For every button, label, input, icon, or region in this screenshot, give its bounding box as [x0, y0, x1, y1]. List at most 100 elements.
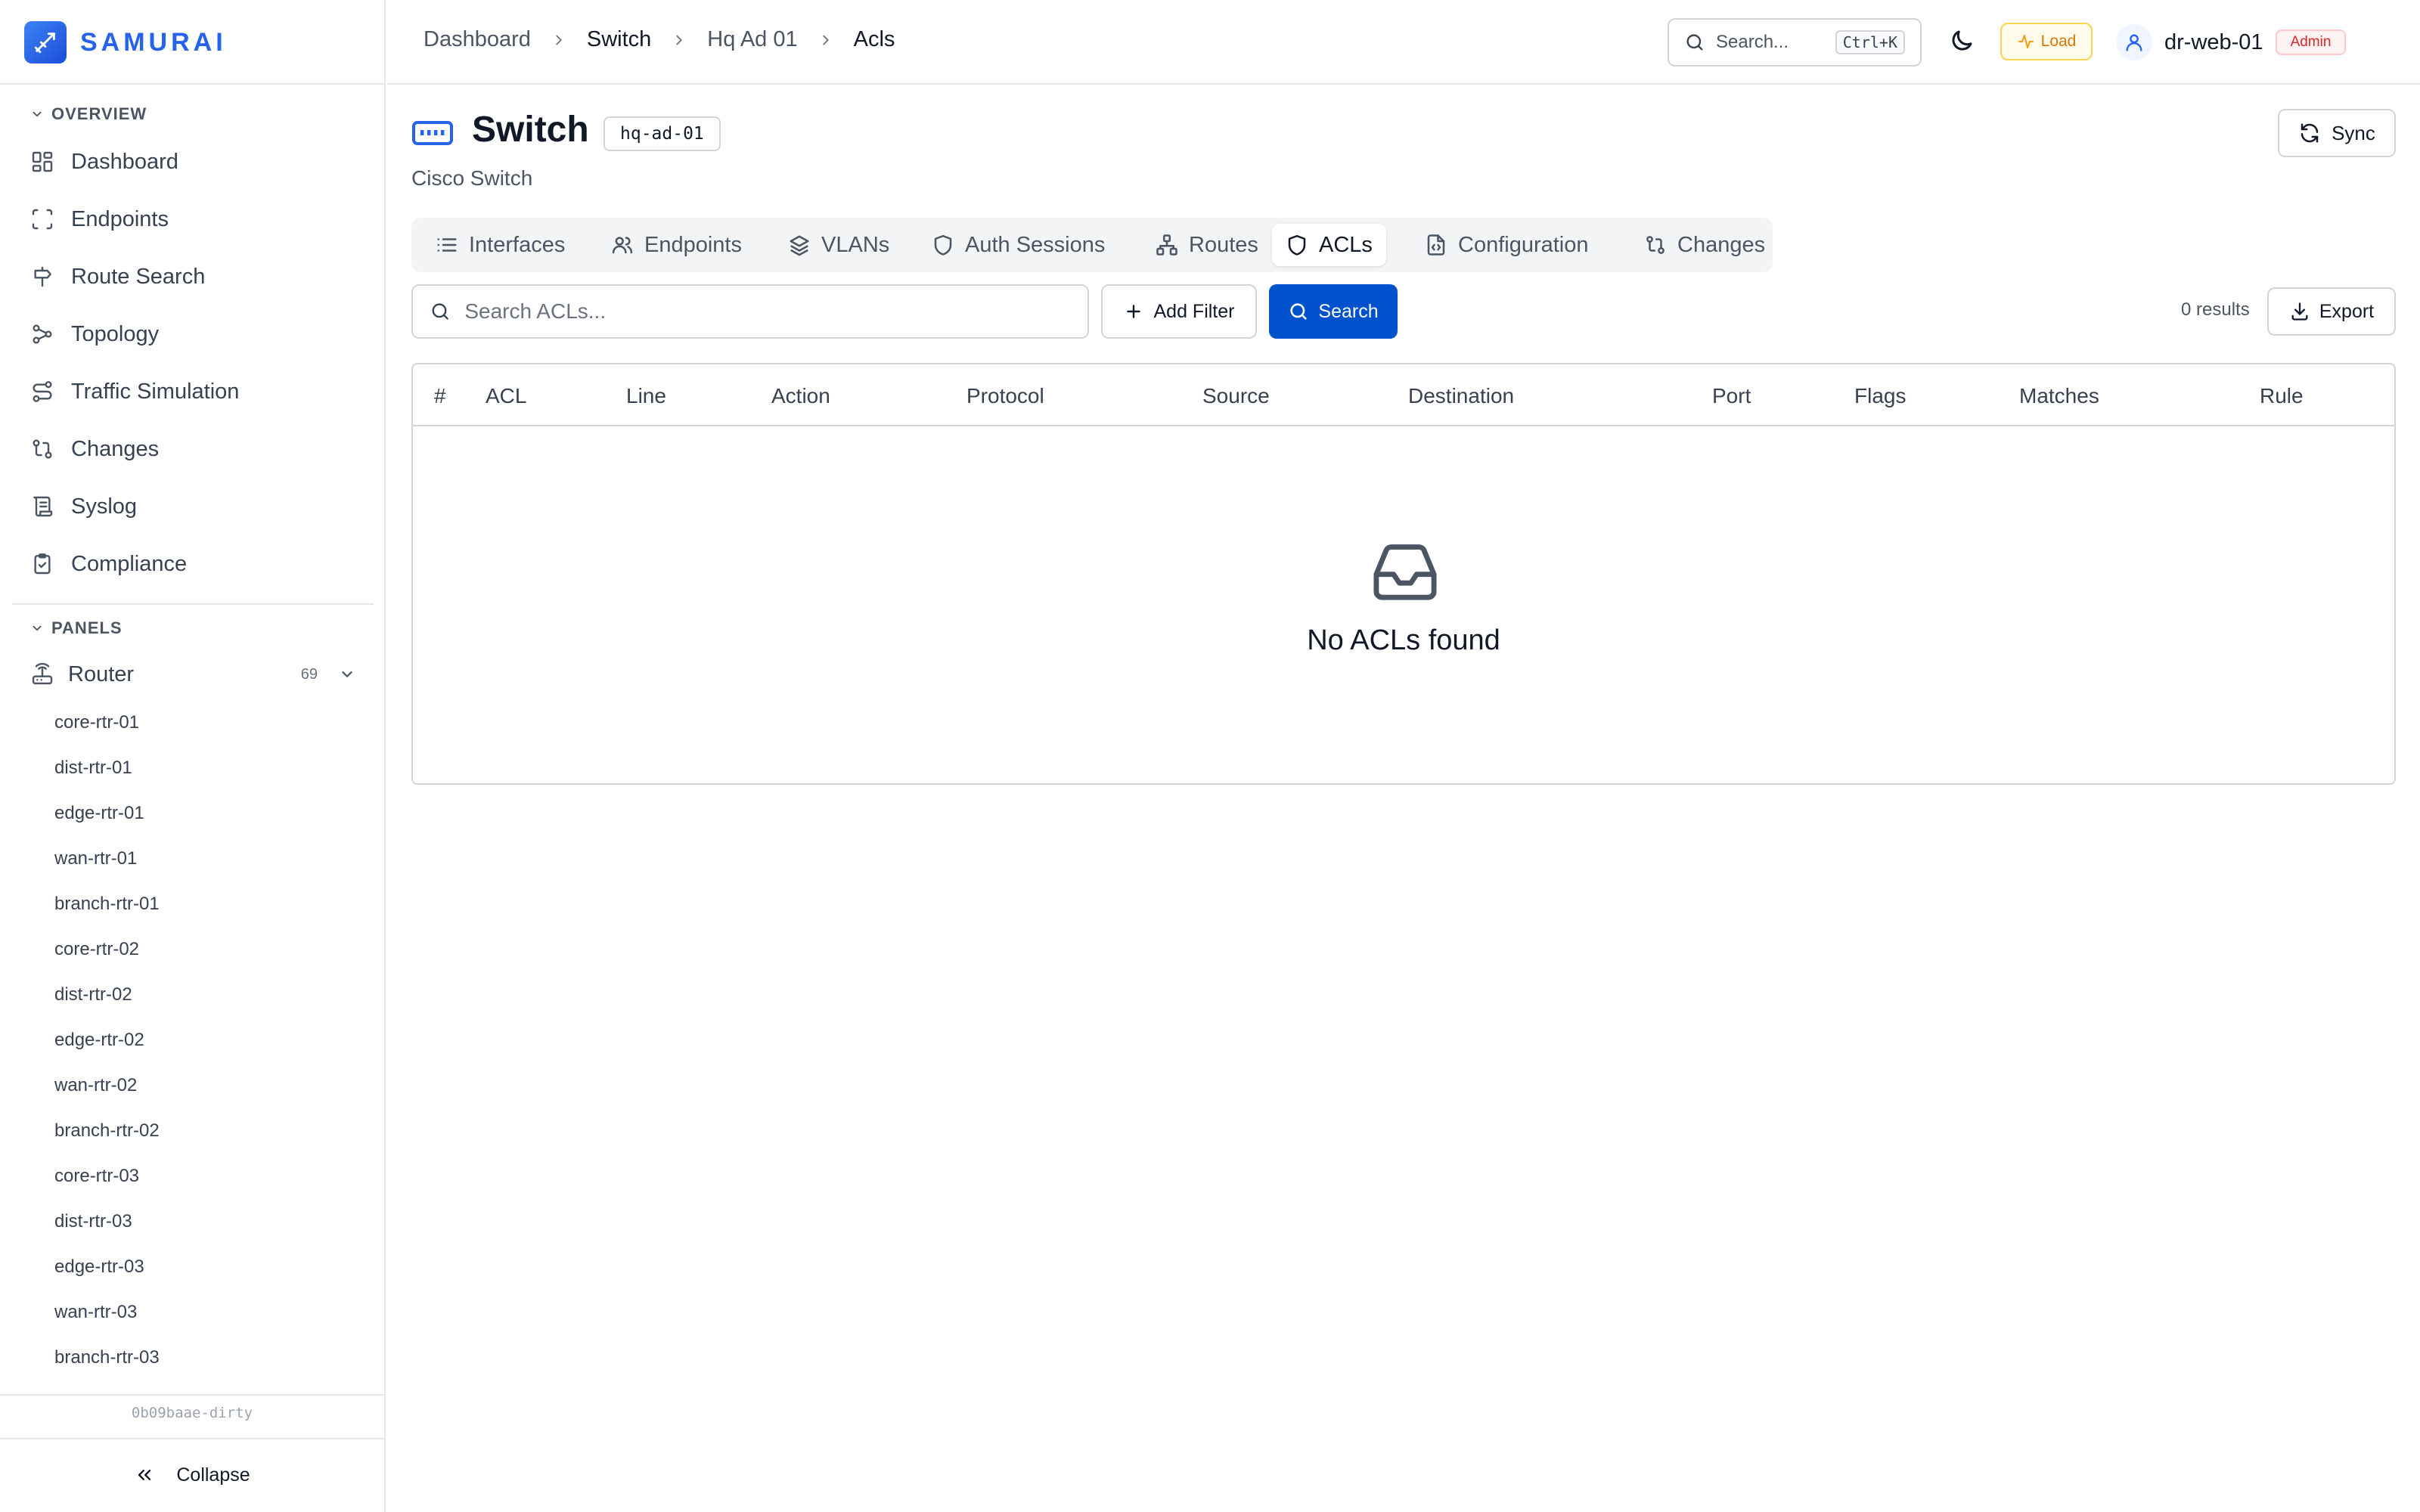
collapse-label: Collapse	[176, 1464, 250, 1486]
acl-search-field[interactable]	[411, 284, 1089, 339]
sidebar-router-item[interactable]: edge-rtr-03	[54, 1256, 144, 1278]
router-group-label: Router	[68, 662, 135, 686]
column-header-protocol[interactable]: Protocol	[966, 384, 1044, 408]
sidebar-router-item[interactable]: wan-rtr-03	[54, 1302, 137, 1323]
global-search-placeholder: Search...	[1716, 32, 1789, 52]
list-icon	[437, 238, 457, 252]
user-menu[interactable]: dr-web-01 Admin	[2116, 21, 2347, 64]
sidebar-item-endpoints[interactable]: Endpoints	[30, 201, 169, 237]
sidebar-router-item[interactable]: edge-rtr-02	[54, 1030, 144, 1051]
sidebar-router-item[interactable]: dist-rtr-02	[54, 984, 132, 1005]
build-id: 0b09baae-dirty	[131, 1405, 253, 1421]
sidebar-item-topology[interactable]: Topology	[30, 316, 159, 352]
overview-section-toggle[interactable]: OVERVIEW	[30, 104, 147, 124]
tab-changes[interactable]: Changes	[1630, 224, 1779, 266]
acl-search-input[interactable]	[464, 299, 1071, 324]
brand[interactable]: SAMURAI	[24, 21, 227, 64]
scan-icon	[32, 209, 53, 230]
sidebar-item-label: Compliance	[71, 551, 188, 576]
tab-label: Configuration	[1458, 232, 1589, 257]
clipboard-check-icon	[34, 553, 51, 575]
sidebar-item-label: Changes	[71, 436, 160, 461]
chevron-right-icon	[556, 35, 562, 45]
breadcrumb-device[interactable]: Hq Ad 01	[707, 27, 797, 52]
router-group-toggle[interactable]: Router 69	[30, 656, 355, 692]
sidebar-router-item[interactable]: branch-rtr-01	[54, 894, 160, 915]
sidebar-router-item[interactable]: wan-rtr-02	[54, 1075, 137, 1096]
sync-button[interactable]: Sync	[2278, 109, 2396, 157]
sidebar-item-traffic-simulation[interactable]: Traffic Simulation	[30, 373, 239, 410]
sidebar-router-item[interactable]: core-rtr-01	[54, 712, 139, 733]
page-title: Switch	[472, 110, 589, 150]
sidebar-item-route-search[interactable]: Route Search	[30, 259, 205, 295]
network-icon	[1156, 234, 1177, 256]
activity-icon	[2018, 35, 2034, 48]
sidebar-item-compliance[interactable]: Compliance	[30, 546, 187, 582]
sidebar-item-label: Route Search	[71, 264, 206, 289]
tab-acls[interactable]: ACLs	[1272, 224, 1386, 266]
theme-toggle-button[interactable]	[1948, 27, 1978, 57]
role-badge: Admin	[2275, 29, 2347, 55]
tab-endpoints[interactable]: Endpoints	[597, 224, 755, 266]
layers-icon	[790, 235, 809, 256]
panels-label: PANELS	[51, 618, 123, 637]
sidebar-router-item[interactable]: branch-rtr-03	[54, 1347, 160, 1368]
tab-label: Endpoints	[644, 232, 742, 257]
tab-label: ACLs	[1319, 232, 1373, 257]
column-header-flags[interactable]: Flags	[1854, 384, 1906, 408]
user-icon	[2126, 34, 2142, 51]
column-header-line[interactable]: Line	[626, 384, 666, 408]
sidebar-router-item[interactable]: edge-rtr-01	[54, 803, 144, 824]
column-header-source[interactable]: Source	[1202, 384, 1270, 408]
sidebar-item-changes[interactable]: Changes	[30, 431, 159, 467]
tab-label: Changes	[1677, 232, 1766, 257]
breadcrumb: Dashboard Switch Hq Ad 01 Acls	[424, 27, 895, 52]
sidebar-router-item[interactable]: wan-rtr-01	[54, 848, 137, 869]
sidebar-router-item[interactable]: dist-rtr-03	[54, 1211, 132, 1232]
tab-configuration[interactable]: Configuration	[1411, 224, 1602, 266]
router-count: 69	[300, 665, 318, 683]
collapse-sidebar-button[interactable]: Collapse	[0, 1455, 384, 1495]
column-header-destination[interactable]: Destination	[1408, 384, 1514, 408]
refresh-icon	[2301, 123, 2319, 143]
tab-interfaces[interactable]: Interfaces	[422, 224, 579, 266]
export-button[interactable]: Export	[2267, 287, 2396, 336]
sidebar-router-item[interactable]: branch-rtr-02	[54, 1120, 160, 1142]
search-button[interactable]: Search	[1269, 284, 1398, 339]
sidebar-router-item[interactable]: core-rtr-02	[54, 939, 139, 960]
tab-label: Interfaces	[469, 232, 566, 257]
sidebar-router-item[interactable]: core-rtr-03	[54, 1166, 139, 1187]
breadcrumb-switch[interactable]: Switch	[587, 27, 651, 52]
column-header-action[interactable]: Action	[771, 384, 830, 408]
search-shortcut: Ctrl+K	[1835, 30, 1905, 54]
results-count: 0 results	[2181, 299, 2250, 320]
panels-section-toggle[interactable]: PANELS	[30, 618, 123, 638]
sidebar-item-syslog[interactable]: Syslog	[30, 488, 137, 525]
sidebar-item-label: Dashboard	[71, 149, 178, 174]
sidebar-item-dashboard[interactable]: Dashboard	[30, 144, 178, 180]
add-filter-label: Add Filter	[1153, 300, 1235, 322]
breadcrumb-dashboard[interactable]: Dashboard	[424, 27, 531, 52]
tab-auth-sessions[interactable]: Auth Sessions	[918, 224, 1118, 266]
column-header-rule[interactable]: Rule	[2260, 384, 2304, 408]
overview-label: OVERVIEW	[51, 104, 147, 123]
sidebar-item-label: Syslog	[71, 494, 138, 519]
column-header-port[interactable]: Port	[1712, 384, 1751, 408]
load-indicator[interactable]: Load	[2000, 23, 2093, 60]
avatar	[2116, 24, 2152, 60]
column-header-index[interactable]: #	[434, 384, 446, 408]
search-icon	[1290, 303, 1308, 320]
workflow-icon	[33, 324, 52, 344]
add-filter-button[interactable]: Add Filter	[1101, 284, 1257, 339]
sidebar-divider	[0, 1438, 384, 1439]
chevron-right-icon	[822, 35, 829, 45]
column-header-matches[interactable]: Matches	[2019, 384, 2099, 408]
chevrons-left-icon	[138, 1470, 151, 1480]
search-icon	[432, 303, 448, 320]
sidebar-router-item[interactable]: dist-rtr-01	[54, 758, 132, 779]
column-header-acl[interactable]: ACL	[486, 384, 526, 408]
search-label: Search	[1318, 300, 1379, 322]
global-search-button[interactable]: Search... Ctrl+K	[1668, 18, 1922, 67]
tab-vlans[interactable]: VLANs	[774, 224, 903, 266]
tab-routes[interactable]: Routes	[1142, 224, 1272, 266]
